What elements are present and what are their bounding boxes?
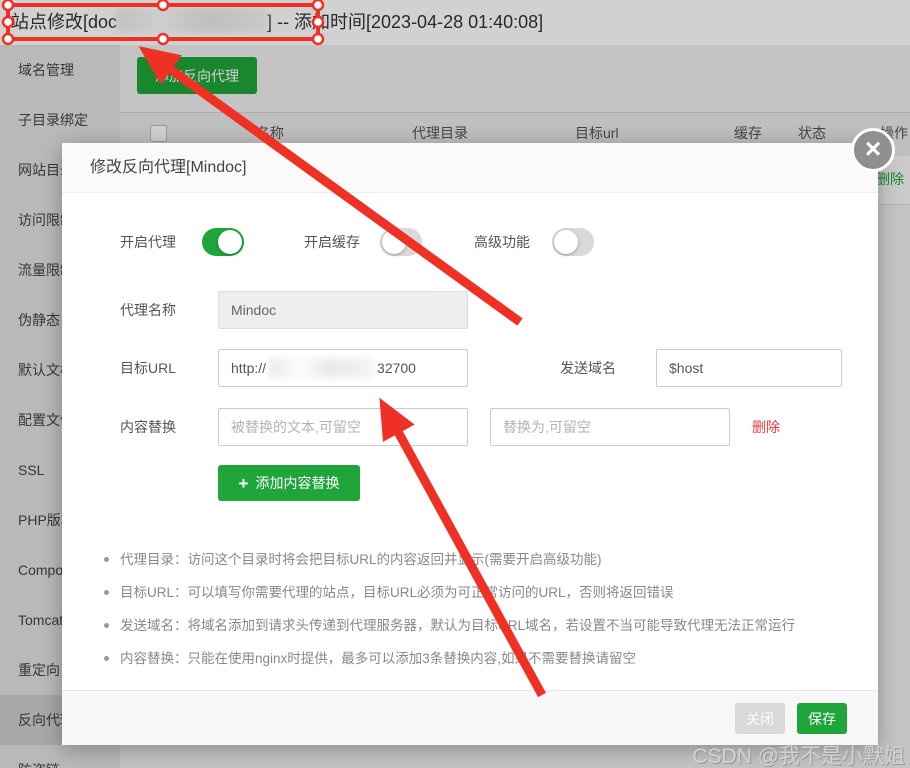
cache-enable-label: 开启缓存 bbox=[304, 228, 360, 256]
target-url-label: 目标URL bbox=[120, 349, 176, 387]
bullet-icon bbox=[104, 656, 109, 661]
proxy-enable-label: 开启代理 bbox=[120, 228, 176, 256]
add-replace-label: 添加内容替换 bbox=[255, 475, 339, 491]
plus-icon bbox=[239, 475, 256, 491]
send-domain-input[interactable] bbox=[656, 349, 842, 387]
close-button[interactable]: 关闭 bbox=[735, 703, 785, 734]
screen: 站点修改[doc] -- 添加时间[2023-04-28 01:40:08] 域… bbox=[0, 0, 910, 768]
cache-enable-toggle[interactable] bbox=[380, 228, 422, 256]
help-tips: 代理目录：访问这个目录时将会把目标URL的内容返回并显示(需要开启高级功能) 目… bbox=[62, 543, 878, 675]
tip-text: 内容替换：只能在使用nginx时提供，最多可以添加3条替换内容,如果不需要替换请… bbox=[120, 651, 636, 666]
modal-title: 修改反向代理[Mindoc] bbox=[90, 143, 246, 193]
replace-to-input[interactable] bbox=[490, 408, 730, 446]
tip-item: 内容替换：只能在使用nginx时提供，最多可以添加3条替换内容,如果不需要替换请… bbox=[62, 642, 878, 675]
bullet-icon bbox=[104, 557, 109, 562]
bullet-icon bbox=[104, 590, 109, 595]
watermark: CSDN @我不是小默姐 bbox=[692, 740, 905, 768]
advanced-feature-label: 高级功能 bbox=[474, 228, 530, 256]
proxy-name-input[interactable] bbox=[218, 291, 468, 329]
toggle-knob bbox=[382, 230, 406, 254]
tip-text: 代理目录：访问这个目录时将会把目标URL的内容返回并显示(需要开启高级功能) bbox=[120, 552, 602, 567]
proxy-enable-toggle[interactable] bbox=[202, 228, 244, 256]
target-url-suffix: 32700 bbox=[377, 360, 416, 376]
edit-reverse-proxy-modal: 修改反向代理[Mindoc] 开启代理 开启缓存 高级功能 代理名称 目标URL… bbox=[62, 143, 878, 745]
modal-header: 修改反向代理[Mindoc] bbox=[62, 143, 878, 193]
target-url-input[interactable]: http:// 32700 bbox=[218, 349, 468, 387]
toggle-knob bbox=[218, 230, 242, 254]
tip-item: 代理目录：访问这个目录时将会把目标URL的内容返回并显示(需要开启高级功能) bbox=[62, 543, 878, 576]
bullet-icon bbox=[104, 623, 109, 628]
advanced-feature-toggle[interactable] bbox=[552, 228, 594, 256]
send-domain-label: 发送域名 bbox=[560, 349, 616, 387]
tip-text: 发送域名：将域名添加到请求头传递到代理服务器，默认为目标URL域名，若设置不当可… bbox=[120, 618, 795, 633]
add-content-replace-button[interactable]: 添加内容替换 bbox=[218, 465, 360, 501]
tip-text: 目标URL：可以填写你需要代理的站点，目标URL必须为可正常访问的URL，否则将… bbox=[120, 585, 674, 600]
replace-delete-link[interactable]: 删除 bbox=[752, 408, 780, 446]
tip-item: 目标URL：可以填写你需要代理的站点，目标URL必须为可正常访问的URL，否则将… bbox=[62, 576, 878, 609]
toggle-knob bbox=[554, 230, 578, 254]
content-replace-label: 内容替换 bbox=[120, 408, 176, 446]
close-icon[interactable] bbox=[851, 128, 895, 172]
redacted-url-blur bbox=[269, 358, 374, 378]
save-button[interactable]: 保存 bbox=[797, 703, 847, 734]
replace-from-input[interactable] bbox=[218, 408, 468, 446]
target-url-prefix: http:// bbox=[231, 360, 266, 376]
modal-footer: 关闭 保存 bbox=[62, 690, 878, 745]
proxy-name-label: 代理名称 bbox=[120, 291, 176, 329]
tip-item: 发送域名：将域名添加到请求头传递到代理服务器，默认为目标URL域名，若设置不当可… bbox=[62, 609, 878, 642]
